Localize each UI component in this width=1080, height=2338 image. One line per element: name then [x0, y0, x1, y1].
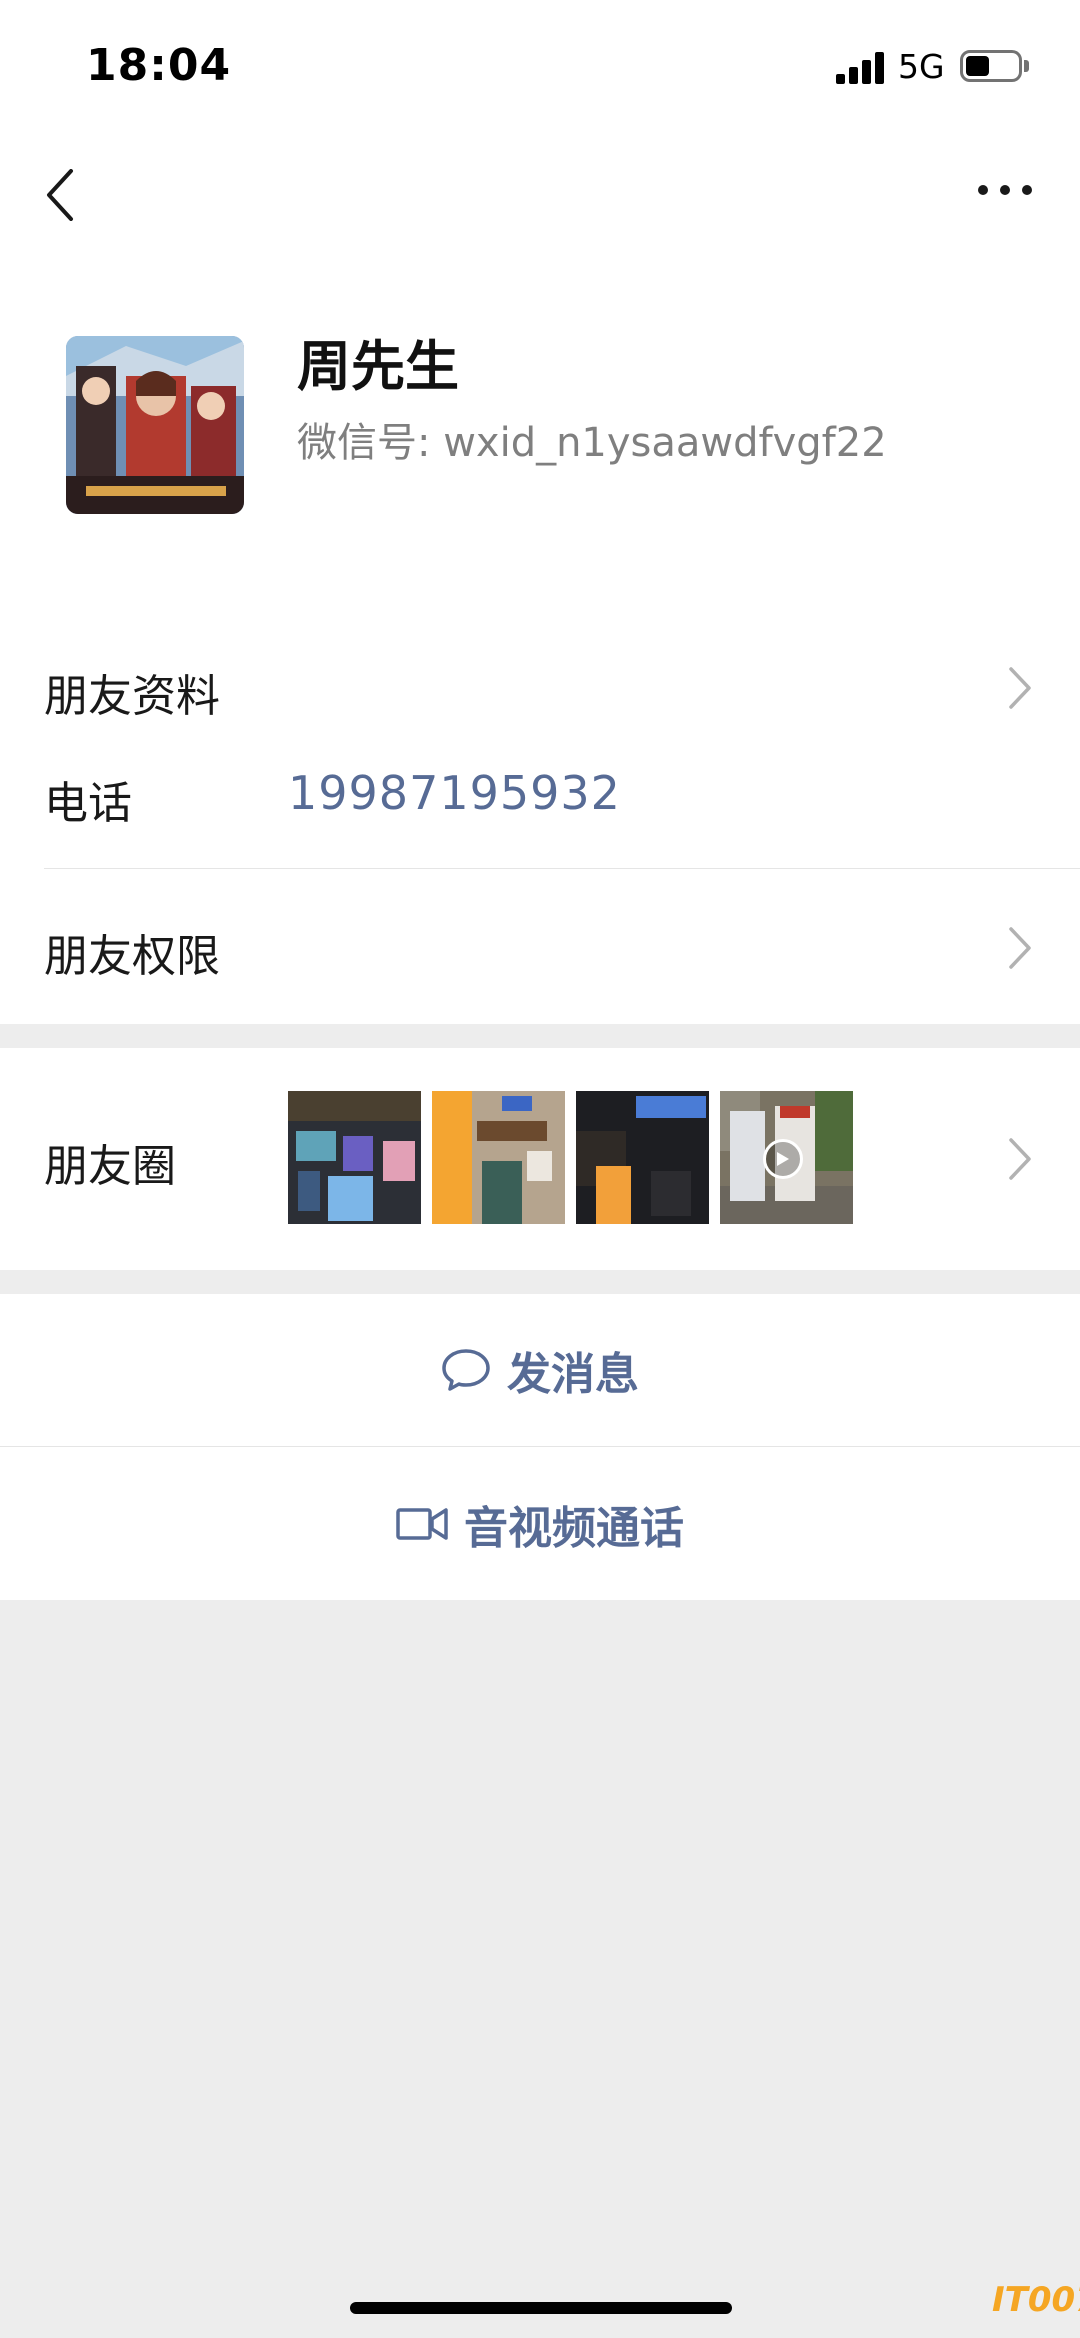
send-message-label: 发消息	[507, 1349, 639, 1400]
chevron-right-icon	[1009, 667, 1031, 709]
avatar-image	[66, 336, 244, 514]
phone-label: 电话	[44, 778, 132, 829]
moments-thumbnail[interactable]	[432, 1091, 565, 1224]
wechat-id: 微信号: wxid_n1ysaawdfvgf22	[297, 420, 887, 466]
video-call-label: 音视频通话	[464, 1503, 684, 1554]
friend-permissions-row[interactable]: 朋友权限	[44, 920, 220, 984]
send-message-button[interactable]: 发消息	[0, 1294, 1080, 1446]
divider	[0, 1446, 1080, 1447]
video-camera-icon	[396, 1508, 448, 1540]
status-time: 18:04	[86, 40, 232, 91]
nav-bar	[0, 132, 1080, 254]
contact-name: 周先生	[297, 335, 459, 398]
play-icon	[763, 1139, 803, 1179]
more-dots-icon	[978, 185, 1032, 195]
friend-profile-row[interactable]: 朋友资料	[44, 660, 220, 724]
moments-thumbnail[interactable]	[576, 1091, 709, 1224]
moments-thumbnail[interactable]	[288, 1091, 421, 1224]
home-indicator[interactable]	[350, 2302, 732, 2314]
chat-bubble-icon	[442, 1349, 490, 1391]
divider	[44, 868, 1080, 869]
moments-label: 朋友圈	[44, 1141, 176, 1192]
network-type: 5G	[898, 47, 945, 86]
signal-icon	[836, 52, 884, 84]
more-button[interactable]	[960, 160, 1050, 220]
battery-level	[966, 56, 989, 76]
watermark: IT007	[992, 2280, 1080, 2320]
chevron-right-icon	[1009, 1138, 1031, 1180]
back-button[interactable]	[30, 150, 90, 240]
chevron-right-icon	[1009, 927, 1031, 969]
phone-number-link[interactable]: 19987195932	[288, 766, 621, 820]
chevron-left-icon	[47, 169, 73, 221]
battery-cap	[1024, 60, 1029, 72]
video-call-button[interactable]: 音视频通话	[0, 1448, 1080, 1600]
avatar[interactable]	[66, 336, 244, 514]
